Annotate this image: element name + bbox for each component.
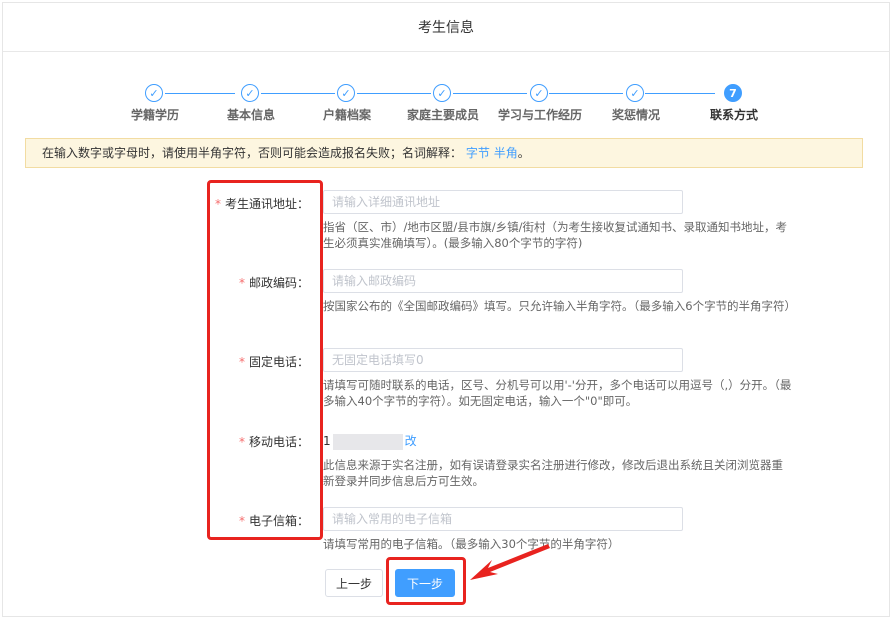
mobile-edit-link[interactable]: 改 <box>405 434 417 448</box>
check-icon: ✓ <box>241 84 259 102</box>
check-icon: ✓ <box>337 84 355 102</box>
page-title: 考生信息 <box>418 20 474 36</box>
step-connector <box>453 93 527 94</box>
step-connector <box>165 93 235 94</box>
address-hint: 指省（区、市）/地市区盟/县市旗/乡镇/街村（为考生接收复试通知书、录取通知书地… <box>323 220 787 250</box>
step-label-4[interactable]: 家庭主要成员 <box>407 106 479 123</box>
check-icon: ✓ <box>433 84 451 102</box>
mobile-redacted <box>332 433 403 450</box>
step-label-7: 联系方式 <box>709 108 759 122</box>
step-label-2[interactable]: 基本信息 <box>227 106 275 123</box>
step-connector <box>357 93 431 94</box>
address-input[interactable]: 请输入详细通讯地址 <box>323 190 683 214</box>
landline-hint: 请填写可随时联系的电话，区号、分机号可以用'-'分开，多个电话可以用逗号（,）分… <box>323 378 792 408</box>
postcode-hint: 按国家公布的《全国邮政编码》填写。只允许输入半角字符。（最多输入6个字节的半角字… <box>323 299 797 313</box>
annotation-box-labels <box>207 180 323 540</box>
step-label-5[interactable]: 学习与工作经历 <box>498 106 582 123</box>
page-header: 考生信息 <box>3 3 889 52</box>
check-icon: ✓ <box>530 84 548 102</box>
step-connector <box>549 93 623 94</box>
landline-input[interactable]: 无固定电话填写0 <box>323 348 683 372</box>
step-label-1[interactable]: 学籍学历 <box>131 106 179 123</box>
step-connector <box>645 93 715 94</box>
step-number-badge: 7 <box>724 84 742 102</box>
notice-link-halfwidth[interactable]: 半角 <box>494 146 518 160</box>
progress-stepper: ✓ ✓ ✓ ✓ ✓ ✓ 7 学籍学历 基本信息 户籍档案 家庭主要成员 学习与工… <box>3 81 889 125</box>
check-icon: ✓ <box>145 84 163 102</box>
page-frame: 考生信息 ✓ ✓ ✓ ✓ ✓ ✓ 7 学籍学历 基本信息 户籍档案 家庭主要成员… <box>2 2 890 617</box>
annotation-arrow-icon <box>470 544 550 580</box>
email-input[interactable]: 请输入常用的电子信箱 <box>323 507 683 531</box>
notice-text: 在输入数字或字母时，请使用半角字符，否则可能会造成报名失败；名词解释： <box>42 146 463 160</box>
mobile-hint: 此信息来源于实名注册，如有误请登录实名注册进行修改，修改后退出系统且关闭浏览器重… <box>323 458 783 488</box>
prev-button[interactable]: 上一步 <box>325 569 383 597</box>
mobile-value: 1改 <box>323 433 417 450</box>
step-label-3[interactable]: 户籍档案 <box>323 106 371 123</box>
check-icon: ✓ <box>626 84 644 102</box>
postcode-input[interactable]: 请输入邮政编码 <box>323 269 683 293</box>
email-hint: 请填写常用的电子信箱。（最多输入30个字节的半角字符） <box>323 537 620 551</box>
annotation-box-next <box>386 557 466 605</box>
notice-link-byte[interactable]: 字节 <box>466 146 490 160</box>
notice-banner: 在输入数字或字母时，请使用半角字符，否则可能会造成报名失败；名词解释： 字节 半… <box>25 138 863 168</box>
notice-end: 。 <box>517 146 530 160</box>
step-connector <box>261 93 335 94</box>
step-label-6[interactable]: 奖惩情况 <box>612 106 660 123</box>
